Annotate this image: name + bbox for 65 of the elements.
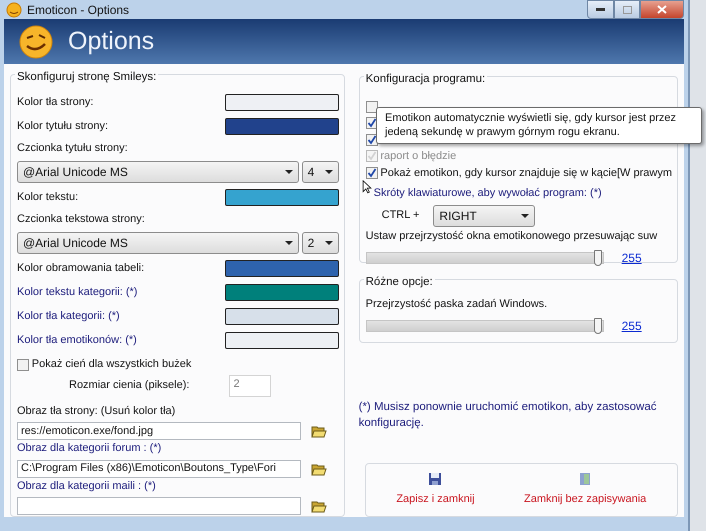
minimize-button[interactable] bbox=[587, 0, 614, 19]
color-swatch[interactable] bbox=[224, 332, 339, 350]
folder-icon[interactable] bbox=[310, 424, 327, 438]
color-swatch[interactable] bbox=[224, 189, 339, 206]
checkbox-label: Pokaż emotikon, gdy kursor znajduje się w kącie[W prawym bbox=[380, 166, 672, 181]
cursor-icon bbox=[362, 180, 372, 194]
button[interactable]: Zapisz i zamknij bbox=[394, 470, 477, 510]
checkbox[interactable] bbox=[366, 100, 378, 113]
slider-label: Ustaw przejrzystość okna emotikonowego przesuwając suw bbox=[366, 228, 658, 244]
field-label: Rozmiar cienia (piksele): bbox=[69, 378, 190, 394]
maximize-icon bbox=[622, 6, 632, 14]
path-field[interactable]: C:\Program Files (x86)\Emoticon\Boutons_Type\Fori bbox=[17, 460, 301, 478]
folder-icon[interactable] bbox=[310, 462, 327, 476]
path-field[interactable]: res://emoticon.exe/fond.jpg bbox=[17, 422, 301, 440]
smiley-icon bbox=[18, 23, 54, 60]
slider-track[interactable] bbox=[366, 252, 604, 264]
color-swatch[interactable] bbox=[224, 260, 339, 278]
door-icon bbox=[578, 472, 592, 486]
field-label: Kolor tekstu: bbox=[17, 190, 78, 206]
button[interactable]: Zamknij bez zapisywania bbox=[522, 470, 648, 510]
font-dropdown[interactable]: @Arial Unicode MS bbox=[17, 232, 299, 254]
header-title: Options bbox=[68, 26, 154, 57]
app-icon bbox=[6, 2, 22, 18]
color-swatch[interactable] bbox=[224, 308, 339, 326]
size-dropdown[interactable]: 2 bbox=[302, 232, 339, 254]
checkbox-label: raport o błędzie bbox=[380, 149, 456, 164]
checkbox[interactable] bbox=[366, 134, 378, 146]
field-label: Kolor tytułu strony: bbox=[17, 119, 108, 134]
field-label: Kolor tła kategorii: (*) bbox=[17, 309, 120, 324]
close-button[interactable] bbox=[640, 0, 684, 19]
field-label: Kolor obramowania tabeli: bbox=[17, 261, 144, 276]
tooltip: Emotikon automatycznie wyświetli się, gdy kursor jest przez jedeną sekundę w prawym górnym rogu ekranu. bbox=[376, 107, 702, 144]
field-label: Kolor tła emotikonów: (*) bbox=[17, 333, 137, 348]
checkbox-label: Pokaż cień dla wszystkich bużek bbox=[32, 357, 192, 372]
font-dropdown[interactable]: @Arial Unicode MS bbox=[17, 161, 299, 184]
field-label: Obraz tła strony: (Usuń kolor tła) bbox=[17, 404, 176, 419]
size-dropdown[interactable]: 4 bbox=[302, 161, 339, 184]
checkbox[interactable] bbox=[17, 358, 29, 371]
note-text: (*) Musisz ponownie uruchomić emotikon, aby zastosować konfigurację. bbox=[358, 400, 658, 432]
window-title: Emoticon - Options bbox=[27, 2, 130, 18]
shortcut-label: Skróty klawiaturowe, aby wywołać program: (*) bbox=[374, 186, 602, 202]
value-link[interactable]: 255 bbox=[622, 249, 642, 268]
value-link[interactable]: 255 bbox=[622, 317, 642, 336]
slider-label: Przejrzystość paska zadań Windows. bbox=[366, 296, 548, 312]
field-label: Czcionka tekstowa strony: bbox=[17, 212, 145, 228]
field-label: Obraz dla kategorii forum : (*) bbox=[17, 441, 162, 456]
slider-thumb[interactable] bbox=[594, 318, 602, 334]
path-field[interactable] bbox=[17, 497, 301, 516]
folder-icon[interactable] bbox=[310, 499, 327, 514]
field-label: Czcionka tytułu strony: bbox=[17, 141, 128, 156]
key-dropdown[interactable]: RIGHT bbox=[433, 204, 536, 227]
color-swatch[interactable] bbox=[224, 284, 339, 302]
slider-track[interactable] bbox=[366, 320, 604, 332]
field-label: Kolor tła strony: bbox=[17, 95, 94, 110]
save-icon bbox=[428, 472, 442, 486]
checkbox[interactable] bbox=[366, 166, 378, 179]
field-label: Obraz dla kategorii maili : (*) bbox=[17, 478, 157, 494]
color-swatch[interactable] bbox=[224, 94, 339, 112]
color-swatch[interactable] bbox=[224, 118, 339, 136]
checkbox[interactable] bbox=[366, 117, 378, 130]
field-label: Kolor tekstu kategorii: (*) bbox=[17, 285, 138, 300]
slider-thumb[interactable] bbox=[594, 250, 602, 266]
minimize-icon bbox=[596, 8, 605, 11]
ctrl-label: CTRL + bbox=[382, 208, 420, 224]
close-icon bbox=[657, 5, 667, 14]
